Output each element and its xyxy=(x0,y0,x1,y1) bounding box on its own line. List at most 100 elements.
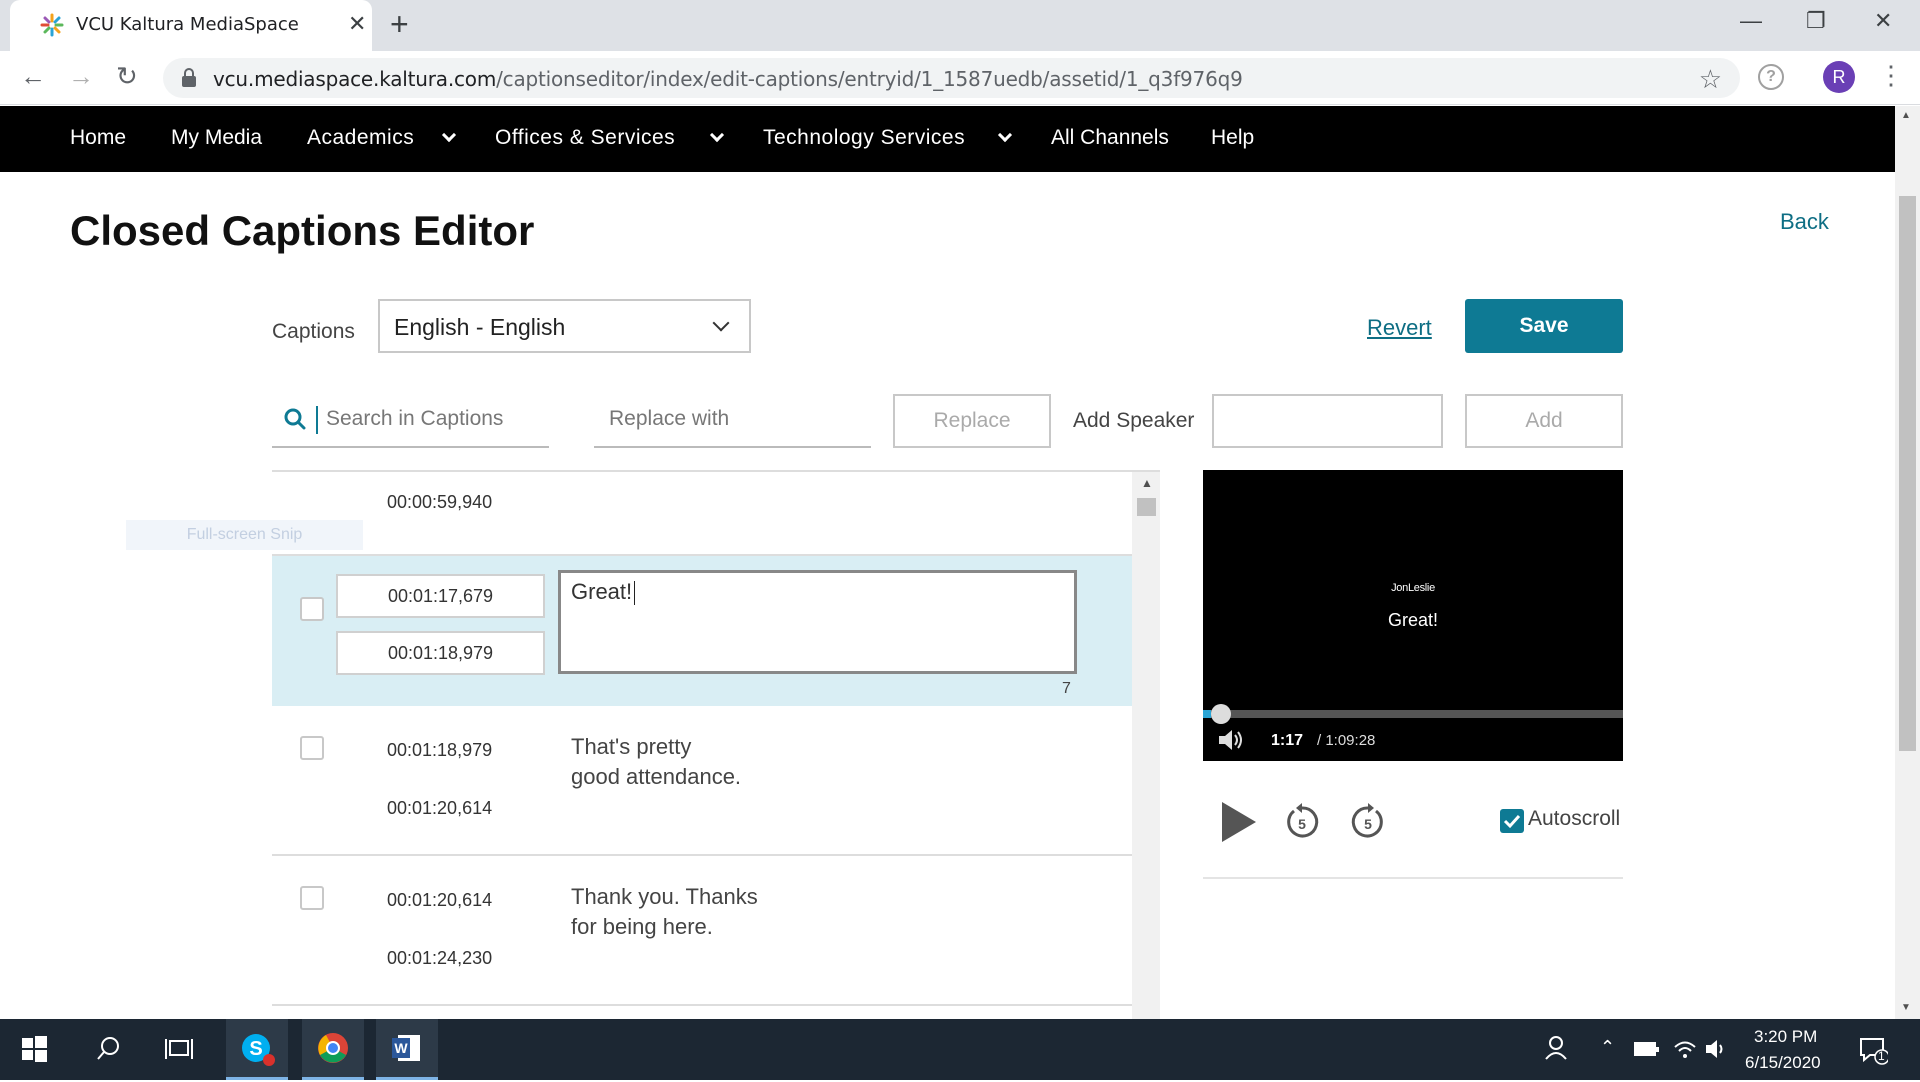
search-icon[interactable] xyxy=(78,1019,138,1080)
caption-text-editor[interactable]: Great! xyxy=(558,570,1077,674)
speaker-input[interactable] xyxy=(1212,394,1443,448)
task-view-icon[interactable] xyxy=(150,1019,210,1080)
clock-time[interactable]: 3:20 PM xyxy=(1754,1027,1817,1047)
clock-date[interactable]: 6/15/2020 xyxy=(1745,1053,1821,1073)
captions-select-value: English - English xyxy=(394,314,566,340)
row-checkbox[interactable] xyxy=(300,886,324,910)
chevron-down-icon[interactable] xyxy=(709,127,725,143)
character-count: 7 xyxy=(1062,680,1071,697)
windows-start-icon[interactable] xyxy=(4,1019,64,1080)
seek-bar-progress xyxy=(1203,710,1211,718)
nav-technology-services[interactable]: Technology Services xyxy=(763,126,965,150)
start-time[interactable]: 00:01:18,979 xyxy=(387,740,492,761)
search-icon xyxy=(284,408,306,430)
nav-academics[interactable]: Academics xyxy=(307,126,414,150)
volume-icon[interactable] xyxy=(1217,727,1245,753)
row-checkbox[interactable] xyxy=(300,736,324,760)
site-navigation: Home My Media Academics Offices & Servic… xyxy=(0,106,1895,172)
minimize-icon[interactable]: — xyxy=(1740,8,1762,34)
caption-row[interactable]: 00:01:18,979 00:01:20,614 That's pretty … xyxy=(272,706,1132,856)
svg-text:5: 5 xyxy=(1298,816,1306,832)
replace-input[interactable]: Replace with xyxy=(609,407,729,431)
address-bar[interactable]: vcu.mediaspace.kaltura.com/captionsedito… xyxy=(163,58,1740,98)
chevron-down-icon[interactable] xyxy=(441,127,457,143)
word-taskbar-item[interactable]: W xyxy=(376,1019,438,1080)
url-text: vcu.mediaspace.kaltura.com/captionsedito… xyxy=(213,67,1243,91)
forward-5-icon[interactable]: 5 xyxy=(1348,802,1388,842)
nav-home[interactable]: Home xyxy=(70,126,126,150)
speaker-icon[interactable] xyxy=(1704,1037,1730,1061)
captions-language-select[interactable]: English - English xyxy=(378,299,751,353)
new-tab-icon[interactable]: + xyxy=(390,8,409,40)
help-icon[interactable]: ? xyxy=(1758,64,1784,90)
revert-button[interactable]: Revert xyxy=(1367,315,1432,341)
scroll-down-icon[interactable]: ▼ xyxy=(1901,1002,1911,1013)
page-scrollbar[interactable]: ▲ ▼ xyxy=(1895,106,1920,1019)
search-input[interactable]: Search in Captions xyxy=(326,407,503,431)
autoscroll-label[interactable]: Autoscroll xyxy=(1528,807,1620,831)
people-icon[interactable] xyxy=(1526,1019,1586,1080)
replace-button[interactable]: Replace xyxy=(893,394,1051,448)
reload-icon[interactable]: ↻ xyxy=(116,61,138,91)
start-time-input[interactable]: 00:01:17,679 xyxy=(336,574,545,618)
kaltura-favicon-icon xyxy=(40,13,64,37)
caption-text-line[interactable]: That's pretty xyxy=(571,732,691,762)
caption-text-line[interactable]: for being here. xyxy=(571,912,713,942)
page-scrollbar-thumb[interactable] xyxy=(1899,196,1916,751)
browser-menu-icon[interactable]: ⋮ xyxy=(1878,60,1904,90)
row-checkbox[interactable] xyxy=(300,597,324,621)
captions-scrollbar-thumb[interactable] xyxy=(1137,498,1156,516)
skype-icon: S xyxy=(242,1034,275,1066)
chevron-up-icon[interactable]: ⌃ xyxy=(1600,1037,1615,1058)
back-arrow-icon[interactable]: ← xyxy=(20,61,46,91)
end-time-input[interactable]: 00:01:18,979 xyxy=(336,631,545,675)
back-link[interactable]: Back xyxy=(1780,209,1829,235)
search-field[interactable]: Search in Captions xyxy=(272,398,549,448)
video-speaker-name: JonLeslie xyxy=(1391,582,1435,594)
caption-row-active[interactable]: 00:01:17,679 00:01:18,979 Great! 7 xyxy=(272,556,1132,706)
caption-row[interactable]: 00:01:20,614 00:01:24,230 Thank you. Tha… xyxy=(272,856,1132,1006)
notification-count: 1 xyxy=(1878,1049,1885,1063)
wifi-icon[interactable] xyxy=(1672,1037,1698,1061)
browser-toolbar: ← → ↻ vcu.mediaspace.kaltura.com/caption… xyxy=(0,51,1920,105)
save-button[interactable]: Save xyxy=(1465,299,1623,353)
close-tab-icon[interactable]: ✕ xyxy=(348,12,366,36)
seek-bar[interactable] xyxy=(1203,710,1623,718)
browser-tab[interactable]: VCU Kaltura MediaSpace ✕ xyxy=(10,0,372,51)
caption-text-line[interactable]: Thank you. Thanks xyxy=(571,882,758,912)
caption-row[interactable]: 00:00:59,940 xyxy=(272,472,1132,556)
bookmark-star-icon[interactable]: ☆ xyxy=(1699,64,1722,95)
text-caret xyxy=(316,406,318,434)
chevron-down-icon[interactable] xyxy=(997,127,1013,143)
add-speaker-label: Add Speaker xyxy=(1073,409,1195,432)
total-time: / 1:09:28 xyxy=(1317,732,1376,749)
nav-my-media[interactable]: My Media xyxy=(171,126,262,150)
scroll-up-icon[interactable]: ▲ xyxy=(1141,476,1153,490)
captions-scrollbar[interactable]: ▲ xyxy=(1132,472,1160,1019)
forward-arrow-icon[interactable]: → xyxy=(68,61,94,91)
end-time[interactable]: 00:01:24,230 xyxy=(387,948,492,969)
window-close-icon[interactable]: ✕ xyxy=(1874,8,1892,34)
skype-taskbar-item[interactable]: S xyxy=(226,1019,288,1080)
captions-label: Captions xyxy=(272,320,355,343)
chrome-icon xyxy=(318,1033,348,1063)
start-time[interactable]: 00:01:20,614 xyxy=(387,890,492,911)
add-speaker-button[interactable]: Add xyxy=(1465,394,1623,448)
replace-field[interactable]: Replace with xyxy=(594,398,871,448)
play-icon[interactable] xyxy=(1218,800,1258,844)
video-player[interactable]: JonLeslie Great! 1:17 / 1:09:28 xyxy=(1203,470,1623,761)
checkmark-icon xyxy=(1503,814,1521,829)
caption-text-line[interactable]: good attendance. xyxy=(571,762,741,792)
nav-all-channels[interactable]: All Channels xyxy=(1051,126,1169,150)
nav-offices-services[interactable]: Offices & Services xyxy=(495,126,675,150)
rewind-5-icon[interactable]: 5 xyxy=(1282,802,1322,842)
battery-icon[interactable] xyxy=(1634,1039,1660,1059)
seek-handle[interactable] xyxy=(1211,704,1231,724)
autoscroll-checkbox[interactable] xyxy=(1500,809,1524,833)
restore-icon[interactable]: ❐ xyxy=(1806,8,1826,34)
nav-help[interactable]: Help xyxy=(1211,126,1254,150)
end-time[interactable]: 00:01:20,614 xyxy=(387,798,492,819)
scroll-up-icon[interactable]: ▲ xyxy=(1901,110,1911,121)
chrome-taskbar-item[interactable] xyxy=(302,1019,364,1080)
profile-avatar[interactable]: R xyxy=(1823,61,1855,93)
